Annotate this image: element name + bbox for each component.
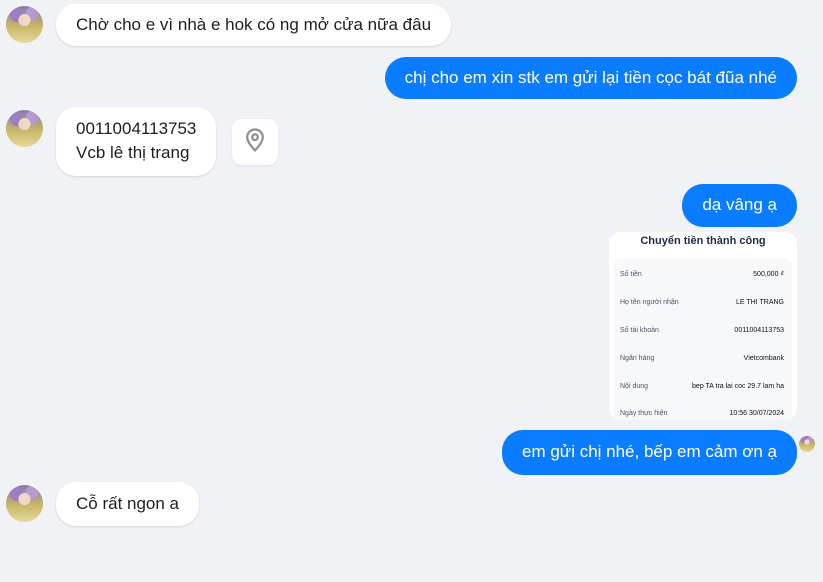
receipt-row-value: Vietcombank: [743, 354, 784, 362]
message-text: dạ vâng ạ: [702, 195, 777, 214]
receipt-title: Chuyển tiền thành công: [640, 235, 766, 247]
receipt-row-value: 10:56 30/07/2024: [729, 410, 785, 418]
location-button[interactable]: [232, 119, 278, 165]
message-text-line: 0011004113753: [76, 119, 197, 138]
message-text-line: Vcb lê thị trang: [76, 143, 190, 162]
receipt-row-label: Họ tên người nhận: [620, 299, 679, 307]
receipt-row: Số tài khoản 0011004113753: [614, 317, 792, 345]
receipt-row: Ngày thực hiện 10:56 30/07/2024: [614, 400, 792, 420]
receipt-row-label: Ngày thực hiện: [620, 410, 668, 418]
message-text: Cỗ rất ngon a: [76, 494, 180, 513]
message-text: Chờ cho e vì nhà e hok có ng mở cửa nữa …: [76, 15, 432, 34]
incoming-message[interactable]: Chờ cho e vì nhà e hok có ng mở cửa nữa …: [56, 4, 452, 46]
seen-avatar: [799, 436, 815, 452]
contact-avatar[interactable]: [6, 110, 43, 147]
outgoing-message[interactable]: dạ vâng ạ: [682, 184, 797, 227]
receipt-row-value: 500,000 ₫: [753, 271, 784, 279]
receipt-row: Nội dung bep TA tra lai coc 29.7 lam ha: [614, 372, 792, 400]
receipt-row-value: bep TA tra lai coc 29.7 lam ha: [692, 382, 784, 390]
transfer-receipt-image[interactable]: Chuyển tiền thành công Số tiền 500,000 ₫ H…: [609, 232, 797, 420]
outgoing-message[interactable]: chị cho em xin stk em gửi lại tiền cọc b…: [384, 57, 797, 99]
outgoing-message[interactable]: em gửi chị nhé, bếp em cảm ơn ạ: [502, 430, 797, 475]
message-text: chị cho em xin stk em gửi lại tiền cọc b…: [404, 68, 777, 87]
receipt-row: Số tiền 500,000 ₫: [614, 261, 792, 289]
receipt-row-label: Nội dung: [620, 382, 649, 390]
receipt-row-value: 0011004113753: [734, 326, 784, 334]
receipt-row-label: Ngân hàng: [620, 354, 655, 362]
incoming-message[interactable]: 0011004113753 Vcb lê thị trang: [56, 107, 217, 176]
location-pin-icon: [245, 127, 265, 157]
receipt-row-label: Số tài khoản: [620, 326, 659, 334]
receipt-row: Họ tên người nhận LE THI TRANG: [614, 289, 792, 317]
contact-avatar[interactable]: [6, 485, 43, 522]
incoming-message[interactable]: Cỗ rất ngon a: [56, 482, 200, 526]
receipt-row-label: Số tiền: [620, 271, 642, 279]
contact-avatar[interactable]: [6, 6, 43, 43]
message-text: em gửi chị nhé, bếp em cảm ơn ạ: [522, 442, 777, 461]
receipt-row-value: LE THI TRANG: [736, 299, 784, 307]
receipt-rows: Số tiền 500,000 ₫ Họ tên người nhận LE THI …: [614, 259, 792, 420]
receipt-row: Ngân hàng Vietcombank: [614, 344, 792, 372]
